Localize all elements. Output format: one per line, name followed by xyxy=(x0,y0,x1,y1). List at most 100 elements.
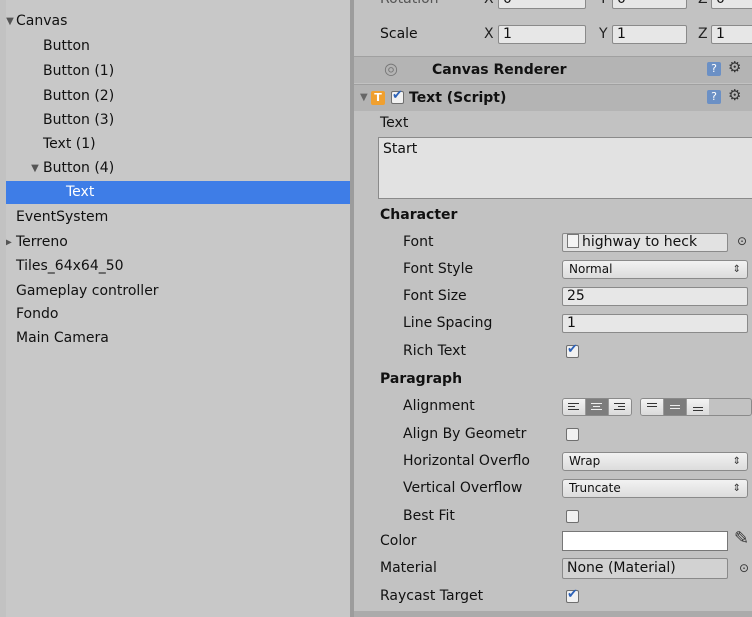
hierarchy-item-label: Button xyxy=(43,38,90,54)
text-content-field[interactable]: Start xyxy=(378,137,752,199)
vertical-overflow-label: Vertical Overflow xyxy=(403,480,523,496)
scale-x-axis-label: X xyxy=(484,26,494,42)
scale-z-axis-label: Z xyxy=(698,26,708,42)
rotation-label: Rotation xyxy=(380,0,439,12)
vertical-overflow-value: Truncate xyxy=(569,481,621,495)
hierarchy-item-label: Main Camera xyxy=(16,330,109,346)
help-icon[interactable]: ? xyxy=(707,62,721,76)
scale-label: Scale xyxy=(380,26,418,42)
rotation-x-field[interactable]: 0 xyxy=(498,0,586,9)
align-by-geometry-label: Align By Geometr xyxy=(403,426,527,442)
rotation-x-axis-label: X xyxy=(484,0,494,12)
hierarchy-item-gameplay-controller[interactable]: Gameplay controller xyxy=(6,280,350,303)
font-style-value: Normal xyxy=(569,262,613,276)
hierarchy-item-label: Terreno xyxy=(16,234,68,250)
foldout-expanded-icon[interactable]: ▼ xyxy=(29,157,41,180)
color-swatch-field[interactable] xyxy=(562,531,728,551)
foldout-collapsed-icon[interactable]: ▶ xyxy=(6,231,14,254)
best-fit-checkbox[interactable] xyxy=(566,510,579,523)
horizontal-overflow-label: Horizontal Overflo xyxy=(403,453,530,469)
hierarchy-item-canvas[interactable]: ▼ Canvas xyxy=(6,10,350,33)
font-style-dropdown[interactable]: Normal ⇕ xyxy=(562,260,748,279)
hierarchy-item-label: Button (3) xyxy=(43,112,115,128)
rotation-z-field[interactable]: 0 xyxy=(711,0,752,9)
color-label: Color xyxy=(380,533,417,549)
font-style-label: Font Style xyxy=(403,261,474,277)
align-by-geometry-checkbox[interactable] xyxy=(566,428,579,441)
color-swatch xyxy=(563,532,727,550)
rotation-row: Rotation X 0 Y 0 Z 0 xyxy=(354,0,752,12)
rich-text-checkbox[interactable] xyxy=(566,342,579,358)
font-size-field[interactable]: 25 xyxy=(562,287,748,306)
hierarchy-item-tiles[interactable]: Tiles_64x64_50 xyxy=(6,255,350,278)
rotation-y-field[interactable]: 0 xyxy=(612,0,687,9)
dropdown-arrow-icon: ⇕ xyxy=(732,483,741,494)
foldout-expanded-icon[interactable]: ▼ xyxy=(6,10,16,33)
eyedropper-icon[interactable]: ✎ xyxy=(734,528,749,549)
material-field[interactable]: None (Material) xyxy=(562,558,728,579)
line-spacing-field[interactable]: 1 xyxy=(562,314,748,333)
hierarchy-item-label: Tiles_64x64_50 xyxy=(16,258,124,274)
hierarchy-item-label: Text xyxy=(66,184,95,200)
text-label: Text xyxy=(380,115,409,131)
vertical-overflow-dropdown[interactable]: Truncate ⇕ xyxy=(562,479,748,498)
gear-icon[interactable]: ⚙ xyxy=(728,58,741,76)
paragraph-section-label: Paragraph xyxy=(380,371,463,387)
align-middle-button[interactable] xyxy=(664,399,687,415)
raycast-target-checkbox[interactable] xyxy=(566,587,579,603)
hierarchy-item-main-camera[interactable]: Main Camera xyxy=(6,327,350,350)
line-spacing-label: Line Spacing xyxy=(403,315,493,331)
hierarchy-item-button-3[interactable]: Button (3) xyxy=(6,109,350,132)
text-script-title: Text (Script) xyxy=(409,90,507,106)
hierarchy-item-eventsystem[interactable]: EventSystem xyxy=(6,206,350,229)
hierarchy-item-button[interactable]: Button xyxy=(6,35,350,58)
scale-x-field[interactable]: 1 xyxy=(498,25,586,44)
canvas-renderer-header[interactable]: ◎ Canvas Renderer ? ⚙ xyxy=(354,56,752,83)
hierarchy-item-text[interactable]: Text xyxy=(6,181,350,204)
hierarchy-item-button-1[interactable]: Button (1) xyxy=(6,60,350,83)
hierarchy-item-label: EventSystem xyxy=(16,209,109,225)
font-asset-icon xyxy=(567,234,579,248)
text-script-header[interactable]: ▼ T Text (Script) ? ⚙ xyxy=(354,84,752,111)
align-left-button[interactable] xyxy=(563,399,586,415)
dropdown-arrow-icon: ⇕ xyxy=(732,456,741,467)
inspector-bottom-bar xyxy=(354,611,752,617)
hierarchy-item-label: Button (4) xyxy=(43,160,115,176)
align-bottom-button[interactable] xyxy=(687,399,709,415)
font-label: Font xyxy=(403,234,434,250)
text-component-icon: T xyxy=(371,91,385,105)
align-top-button[interactable] xyxy=(641,399,664,415)
scale-row: Scale X 1 Y 1 Z 1 xyxy=(354,21,752,47)
component-enabled-checkbox[interactable] xyxy=(391,88,404,104)
scale-y-field[interactable]: 1 xyxy=(612,25,687,44)
object-picker-icon[interactable]: ⊙ xyxy=(737,234,747,248)
hierarchy-item-button-4[interactable]: ▼ Button (4) xyxy=(6,157,350,180)
canvas-renderer-title: Canvas Renderer xyxy=(432,62,567,78)
object-picker-icon[interactable]: ⊙ xyxy=(739,561,749,575)
hierarchy-item-text-1[interactable]: Text (1) xyxy=(6,133,350,156)
best-fit-label: Best Fit xyxy=(403,508,455,524)
hierarchy-item-fondo[interactable]: Fondo xyxy=(6,303,350,326)
scale-y-axis-label: Y xyxy=(599,26,608,42)
rotation-y-axis-label: Y xyxy=(599,0,608,12)
horizontal-overflow-value: Wrap xyxy=(569,454,601,468)
align-right-button[interactable] xyxy=(609,399,631,415)
gear-icon[interactable]: ⚙ xyxy=(728,86,741,104)
character-section-label: Character xyxy=(380,207,458,223)
foldout-expanded-icon[interactable]: ▼ xyxy=(360,86,368,110)
hierarchy-item-label: Fondo xyxy=(16,306,59,322)
hierarchy-item-label: Text (1) xyxy=(43,136,96,152)
material-label: Material xyxy=(380,560,437,576)
hierarchy-item-button-2[interactable]: Button (2) xyxy=(6,85,350,108)
dropdown-arrow-icon: ⇕ xyxy=(732,264,741,275)
vertical-alignment-group xyxy=(640,398,752,416)
font-value: highway to heck xyxy=(582,234,698,250)
font-field[interactable]: highway to heck xyxy=(562,233,728,252)
horizontal-overflow-dropdown[interactable]: Wrap ⇕ xyxy=(562,452,748,471)
scale-z-field[interactable]: 1 xyxy=(711,25,752,44)
rich-text-label: Rich Text xyxy=(403,343,466,359)
hierarchy-item-terreno[interactable]: ▶ Terreno xyxy=(6,231,350,254)
help-icon[interactable]: ? xyxy=(707,90,721,104)
text-content-value: Start xyxy=(383,141,418,157)
align-center-button[interactable] xyxy=(586,399,609,415)
